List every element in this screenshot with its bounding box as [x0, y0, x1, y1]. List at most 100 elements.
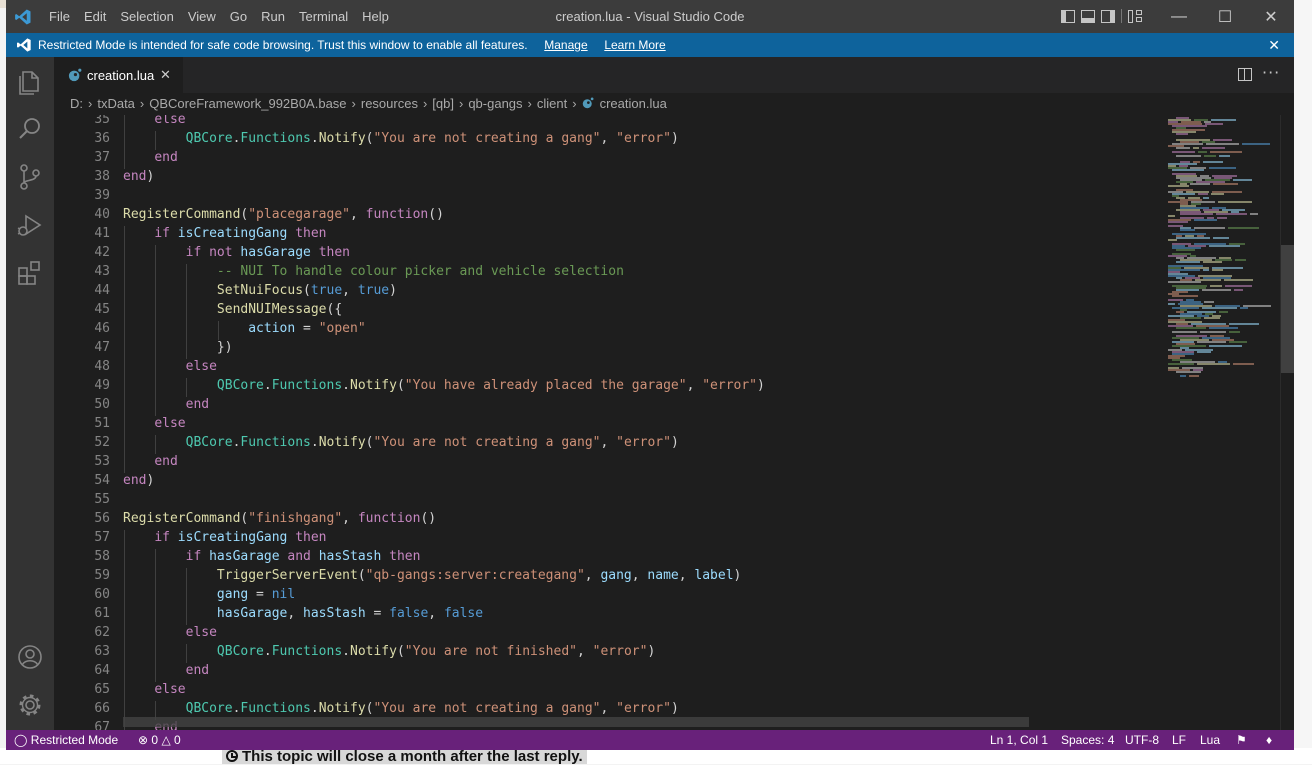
minimap-line: [1203, 269, 1209, 271]
menu-view[interactable]: View: [181, 0, 223, 33]
menu-edit[interactable]: Edit: [77, 0, 113, 33]
cursor-position[interactable]: Ln 1, Col 1: [990, 730, 1048, 750]
code-line[interactable]: SetNuiFocus(true, true): [123, 283, 1153, 302]
chevron-right-icon: ›: [351, 96, 356, 111]
explorer-icon[interactable]: [14, 65, 46, 97]
code-line[interactable]: end): [123, 169, 1153, 188]
manage-gear-icon[interactable]: [14, 689, 46, 721]
code-line[interactable]: QBCore.Functions.Notify("You are not cre…: [123, 435, 1153, 454]
minimap-line: [1168, 185, 1189, 187]
notifications-bell-icon[interactable]: ♦: [1266, 730, 1272, 750]
language-mode[interactable]: Lua: [1200, 730, 1220, 750]
menu-run[interactable]: Run: [254, 0, 292, 33]
learn-more-link[interactable]: Learn More: [604, 38, 665, 52]
breadcrumb-framework[interactable]: QBCoreFramework_992B0A.base: [149, 93, 346, 115]
toggle-primary-sidebar-icon[interactable]: [1061, 9, 1075, 23]
restricted-mode-status[interactable]: ◯ Restricted Mode: [6, 730, 127, 750]
code-line[interactable]: }): [123, 340, 1153, 359]
breadcrumb-resources[interactable]: resources: [361, 93, 418, 115]
code-line[interactable]: end: [123, 663, 1153, 682]
accounts-icon[interactable]: [14, 641, 46, 673]
code-line[interactable]: QBCore.Functions.Notify("You are not fin…: [123, 644, 1153, 663]
code-line[interactable]: [123, 188, 1153, 207]
code-lines[interactable]: else QBCore.Functions.Notify("You are no…: [123, 115, 1153, 730]
menu-selection[interactable]: Selection: [113, 0, 180, 33]
minimap[interactable]: [1160, 115, 1280, 730]
code-line[interactable]: QBCore.Functions.Notify("You are not cre…: [123, 131, 1153, 150]
code-line[interactable]: -- NUI To handle colour picker and vehic…: [123, 264, 1153, 283]
minimap-line: [1202, 289, 1231, 291]
code-line[interactable]: TriggerServerEvent("qb-gangs:server:crea…: [123, 568, 1153, 587]
code-line[interactable]: else: [123, 625, 1153, 644]
more-actions-icon[interactable]: ···: [1262, 63, 1280, 82]
code-line[interactable]: if not hasGarage then: [123, 245, 1153, 264]
menu-help[interactable]: Help: [355, 0, 396, 33]
menu-file[interactable]: File: [42, 0, 77, 33]
minimap-line: [1217, 217, 1227, 219]
encoding[interactable]: UTF-8: [1125, 730, 1159, 750]
end-of-line[interactable]: LF: [1172, 730, 1186, 750]
breadcrumb-qb-gangs[interactable]: qb-gangs: [468, 93, 522, 115]
menu-bar: File Edit Selection View Go Run Terminal…: [42, 0, 396, 33]
feedback-icon[interactable]: ⚑: [1236, 730, 1247, 750]
breadcrumb-file[interactable]: creation.lua: [600, 93, 667, 115]
code-line[interactable]: hasGarage, hasStash = false, false: [123, 606, 1153, 625]
scrollbar-thumb[interactable]: [1281, 245, 1294, 373]
code-line[interactable]: if isCreatingGang then: [123, 226, 1153, 245]
code-line[interactable]: end: [123, 454, 1153, 473]
code-line[interactable]: RegisterCommand("finishgang", function(): [123, 511, 1153, 530]
minimap-line: [1229, 341, 1247, 343]
code-line[interactable]: if isCreatingGang then: [123, 530, 1153, 549]
toggle-panel-icon[interactable]: [1081, 9, 1095, 23]
minimize-button[interactable]: —: [1156, 0, 1202, 33]
code-line[interactable]: end: [123, 397, 1153, 416]
code-line[interactable]: gang = nil: [123, 587, 1153, 606]
minimap-line: [1180, 375, 1186, 377]
code-line[interactable]: action = "open": [123, 321, 1153, 340]
problems-status[interactable]: ⊗ 0 △ 0: [138, 730, 181, 750]
code-line[interactable]: else: [123, 416, 1153, 435]
code-line[interactable]: RegisterCommand("placegarage", function(…: [123, 207, 1153, 226]
close-window-button[interactable]: ✕: [1248, 0, 1294, 33]
customize-layout-icon[interactable]: [1128, 9, 1142, 23]
minimap-line: [1209, 327, 1238, 329]
minimap-line: [1210, 151, 1242, 153]
search-icon[interactable]: [14, 113, 46, 145]
tab-creation-lua[interactable]: creation.lua ✕: [54, 57, 183, 93]
split-editor-icon[interactable]: [1238, 68, 1252, 81]
code-line[interactable]: else: [123, 682, 1153, 701]
breadcrumb-qb[interactable]: [qb]: [432, 93, 454, 115]
code-line[interactable]: else: [123, 115, 1153, 131]
horizontal-scrollbar[interactable]: [123, 717, 1029, 727]
banner-close-icon[interactable]: ✕: [1268, 33, 1280, 57]
vertical-scrollbar[interactable]: [1280, 115, 1294, 730]
run-debug-icon[interactable]: [14, 209, 46, 241]
minimap-line: [1213, 237, 1229, 239]
vscode-banner-icon: [17, 38, 31, 52]
source-control-icon[interactable]: [14, 161, 46, 193]
menu-go[interactable]: Go: [223, 0, 254, 33]
restricted-mode-banner: Restricted Mode is intended for safe cod…: [6, 33, 1294, 57]
code-line[interactable]: end): [123, 473, 1153, 492]
code-line[interactable]: [123, 492, 1153, 511]
extensions-icon[interactable]: [14, 257, 46, 289]
line-number: 67: [94, 720, 110, 730]
maximize-button[interactable]: ☐: [1202, 0, 1248, 33]
code-line[interactable]: if hasGarage and hasStash then: [123, 549, 1153, 568]
breadcrumb-drive[interactable]: D:: [70, 93, 83, 115]
tab-close-icon[interactable]: ✕: [160, 57, 171, 93]
menu-terminal[interactable]: Terminal: [292, 0, 355, 33]
code-line[interactable]: end: [123, 150, 1153, 169]
code-line[interactable]: else: [123, 359, 1153, 378]
code-line[interactable]: QBCore.Functions.Notify("You have alread…: [123, 378, 1153, 397]
tab-label: creation.lua: [87, 68, 155, 83]
code-editor[interactable]: 35 36 37 38 39 40 41 42 43 44 45 46 47 48 49 50 51 52 53 54…: [54, 115, 1160, 730]
breadcrumb-txdata[interactable]: txData: [97, 93, 135, 115]
manage-link[interactable]: Manage: [544, 38, 587, 52]
indentation[interactable]: Spaces: 4: [1061, 730, 1114, 750]
code-line[interactable]: SendNUIMessage({: [123, 302, 1153, 321]
breadcrumb-client[interactable]: client: [537, 93, 567, 115]
chevron-right-icon: ›: [422, 96, 428, 111]
toggle-secondary-sidebar-icon[interactable]: [1101, 9, 1115, 23]
minimap-line: [1213, 139, 1232, 141]
